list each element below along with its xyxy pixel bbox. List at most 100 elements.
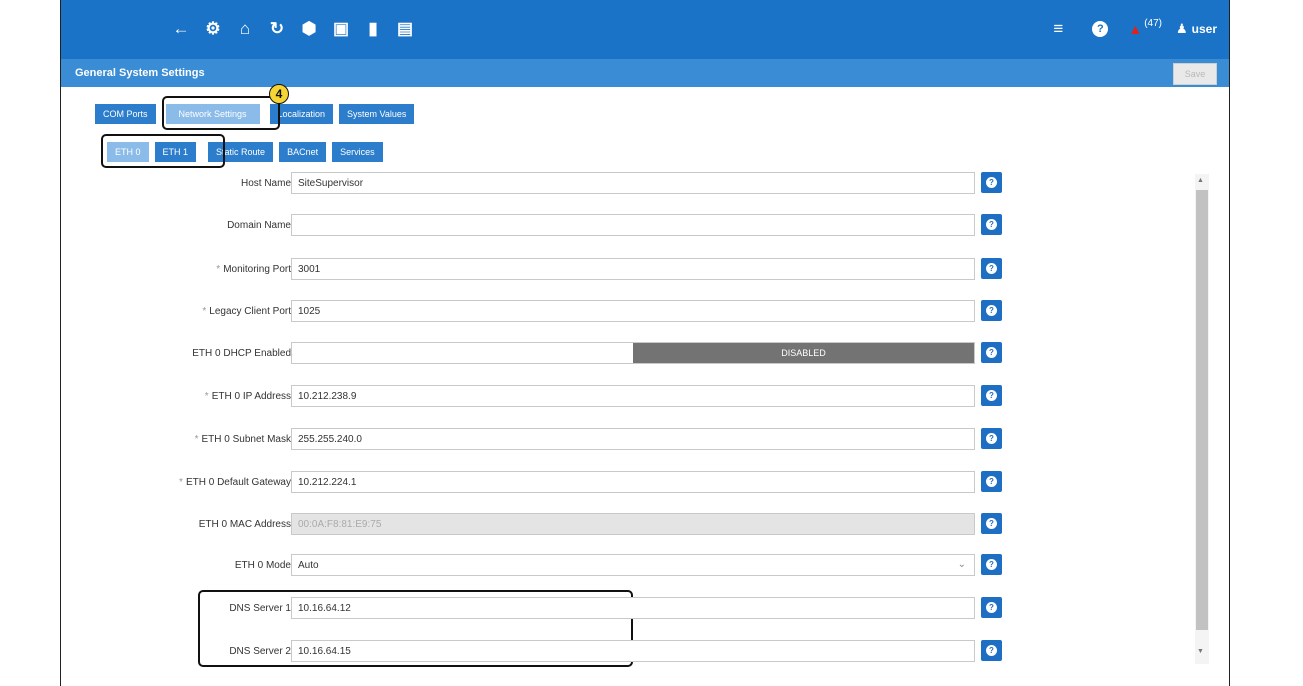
dhcp-enabled-label: ETH 0 DHCP Enabled bbox=[192, 348, 291, 359]
mac-address-help-button[interactable]: ? bbox=[981, 513, 1002, 534]
mac-address-input: 00:0A:F8:81:E9:75 bbox=[291, 513, 975, 535]
step-callout: 4 bbox=[269, 84, 289, 104]
question-icon: ? bbox=[986, 518, 997, 529]
tab-services[interactable]: Services bbox=[332, 142, 383, 162]
calendar-icon[interactable]: ▣ bbox=[327, 16, 355, 42]
dashboard-icon[interactable]: ▤ bbox=[391, 16, 419, 42]
mac-address-label: ETH 0 MAC Address bbox=[198, 519, 291, 530]
dns-server-1-help-button[interactable]: ? bbox=[981, 597, 1002, 618]
row-dns-server-2: DNS Server 2 10.16.64.15 ? bbox=[61, 640, 1229, 664]
top-toolbar: ← ⚙ ⌂ ↻ ⬢ ▣ ▮ ▤ ≡ ? ▲ (47) ♟ user bbox=[61, 0, 1229, 59]
row-eth-mode: ETH 0 Mode Auto ⌄ ? bbox=[61, 554, 1229, 578]
default-gateway-input[interactable]: 10.212.224.1 bbox=[291, 471, 975, 493]
monitoring-port-help-button[interactable]: ? bbox=[981, 258, 1002, 279]
refresh-icon[interactable]: ↻ bbox=[263, 16, 291, 42]
question-icon: ? bbox=[986, 602, 997, 613]
home-icon[interactable]: ⌂ bbox=[231, 16, 259, 42]
question-icon: ? bbox=[986, 263, 997, 274]
required-marker: * bbox=[202, 306, 207, 317]
ip-address-label: ETH 0 IP Address bbox=[211, 391, 291, 402]
row-host-name: Host Name SiteSupervisor ? bbox=[61, 172, 1229, 196]
chevron-down-icon: ⌄ bbox=[957, 559, 966, 570]
dns-server-2-label: DNS Server 2 bbox=[229, 646, 291, 657]
question-icon: ? bbox=[986, 347, 997, 358]
dns-server-1-input[interactable]: 10.16.64.12 bbox=[291, 597, 975, 619]
host-name-help-button[interactable]: ? bbox=[981, 172, 1002, 193]
question-icon: ? bbox=[986, 433, 997, 444]
default-gateway-help-button[interactable]: ? bbox=[981, 471, 1002, 492]
required-marker: * bbox=[216, 264, 221, 275]
row-domain-name: Domain Name ? bbox=[61, 214, 1229, 238]
question-icon: ? bbox=[986, 645, 997, 656]
scrollbar-thumb[interactable] bbox=[1196, 190, 1208, 630]
toolbar-icons: ← ⚙ ⌂ ↻ ⬢ ▣ ▮ ▤ bbox=[167, 16, 419, 42]
map-icon[interactable]: ▮ bbox=[359, 16, 387, 42]
user-name: user bbox=[1191, 22, 1217, 36]
question-icon: ? bbox=[986, 476, 997, 487]
subnet-mask-label: ETH 0 Subnet Mask bbox=[201, 434, 291, 445]
toolbar-right: ≡ ? ▲ (47) ♟ user bbox=[1044, 16, 1217, 42]
page-header-bar: General System Settings Save bbox=[61, 59, 1229, 87]
legacy-client-port-label: Legacy Client Port bbox=[209, 306, 291, 317]
eth-mode-help-button[interactable]: ? bbox=[981, 554, 1002, 575]
row-mac-address: ETH 0 MAC Address 00:0A:F8:81:E9:75 ? bbox=[61, 513, 1229, 537]
monitoring-port-label: Monitoring Port bbox=[223, 264, 291, 275]
alarm-bell-icon: ▲ bbox=[1128, 21, 1143, 37]
eth-mode-select[interactable]: Auto ⌄ bbox=[291, 554, 975, 576]
cube-icon[interactable]: ⬢ bbox=[295, 16, 323, 42]
scroll-up-arrow-icon[interactable]: ▲ bbox=[1197, 177, 1204, 184]
eth-mode-label: ETH 0 Mode bbox=[234, 560, 291, 571]
host-name-label: Host Name bbox=[240, 178, 291, 189]
row-subnet-mask: * ETH 0 Subnet Mask 255.255.240.0 ? bbox=[61, 428, 1229, 452]
tab-com-ports[interactable]: COM Ports bbox=[95, 104, 156, 124]
row-legacy-client-port: * Legacy Client Port 1025 ? bbox=[61, 300, 1229, 324]
dns-server-2-input[interactable]: 10.16.64.15 bbox=[291, 640, 975, 662]
scroll-down-arrow-icon[interactable]: ▼ bbox=[1197, 648, 1204, 655]
alarm-indicator[interactable]: ▲ (47) bbox=[1128, 17, 1162, 38]
ip-address-input[interactable]: 10.212.238.9 bbox=[291, 385, 975, 407]
row-ip-address: * ETH 0 IP Address 10.212.238.9 ? bbox=[61, 385, 1229, 409]
required-marker: * bbox=[204, 391, 209, 402]
host-name-input[interactable]: SiteSupervisor bbox=[291, 172, 975, 194]
question-icon: ? bbox=[986, 177, 997, 188]
gear-icon[interactable]: ⚙ bbox=[199, 16, 227, 42]
required-marker: * bbox=[194, 434, 199, 445]
row-dns-server-1: DNS Server 1 10.16.64.12 ? bbox=[61, 597, 1229, 621]
domain-name-help-button[interactable]: ? bbox=[981, 214, 1002, 235]
dhcp-help-button[interactable]: ? bbox=[981, 342, 1002, 363]
eth-mode-value: Auto bbox=[298, 560, 319, 571]
monitoring-port-input[interactable]: 3001 bbox=[291, 258, 975, 280]
tab-system-values[interactable]: System Values bbox=[339, 104, 415, 124]
alarm-count: (47) bbox=[1144, 17, 1162, 29]
dns-server-2-help-button[interactable]: ? bbox=[981, 640, 1002, 661]
subnet-mask-help-button[interactable]: ? bbox=[981, 428, 1002, 449]
user-menu[interactable]: ♟ user bbox=[1176, 21, 1217, 37]
legacy-client-port-help-button[interactable]: ? bbox=[981, 300, 1002, 321]
subnet-mask-input[interactable]: 255.255.240.0 bbox=[291, 428, 975, 450]
user-icon: ♟ bbox=[1175, 21, 1188, 36]
row-monitoring-port: * Monitoring Port 3001 ? bbox=[61, 258, 1229, 282]
domain-name-input[interactable] bbox=[291, 214, 975, 236]
highlight-eth-tabs bbox=[101, 134, 225, 168]
add-list-icon[interactable]: ≡ bbox=[1044, 16, 1072, 42]
save-button[interactable]: Save bbox=[1173, 63, 1217, 85]
dhcp-toggle-state: DISABLED bbox=[633, 343, 974, 363]
default-gateway-label: ETH 0 Default Gateway bbox=[185, 477, 291, 488]
question-icon: ? bbox=[986, 390, 997, 401]
dns-server-1-label: DNS Server 1 bbox=[229, 603, 291, 614]
domain-name-label: Domain Name bbox=[227, 220, 291, 231]
dhcp-toggle[interactable]: DISABLED bbox=[291, 342, 975, 364]
tab-bacnet[interactable]: BACnet bbox=[279, 142, 327, 162]
legacy-client-port-input[interactable]: 1025 bbox=[291, 300, 975, 322]
row-default-gateway: * ETH 0 Default Gateway 10.212.224.1 ? bbox=[61, 471, 1229, 495]
ip-address-help-button[interactable]: ? bbox=[981, 385, 1002, 406]
row-dhcp-enabled: ETH 0 DHCP Enabled DISABLED ? bbox=[61, 342, 1229, 366]
question-icon: ? bbox=[986, 219, 997, 230]
back-arrow-icon[interactable]: ← bbox=[167, 16, 195, 42]
question-icon: ? bbox=[986, 559, 997, 570]
app-window: ← ⚙ ⌂ ↻ ⬢ ▣ ▮ ▤ ≡ ? ▲ (47) ♟ user Genera… bbox=[60, 0, 1230, 686]
question-icon: ? bbox=[986, 305, 997, 316]
page-title: General System Settings bbox=[75, 67, 205, 79]
required-marker: * bbox=[179, 477, 183, 488]
help-circle-icon[interactable]: ? bbox=[1086, 16, 1114, 42]
